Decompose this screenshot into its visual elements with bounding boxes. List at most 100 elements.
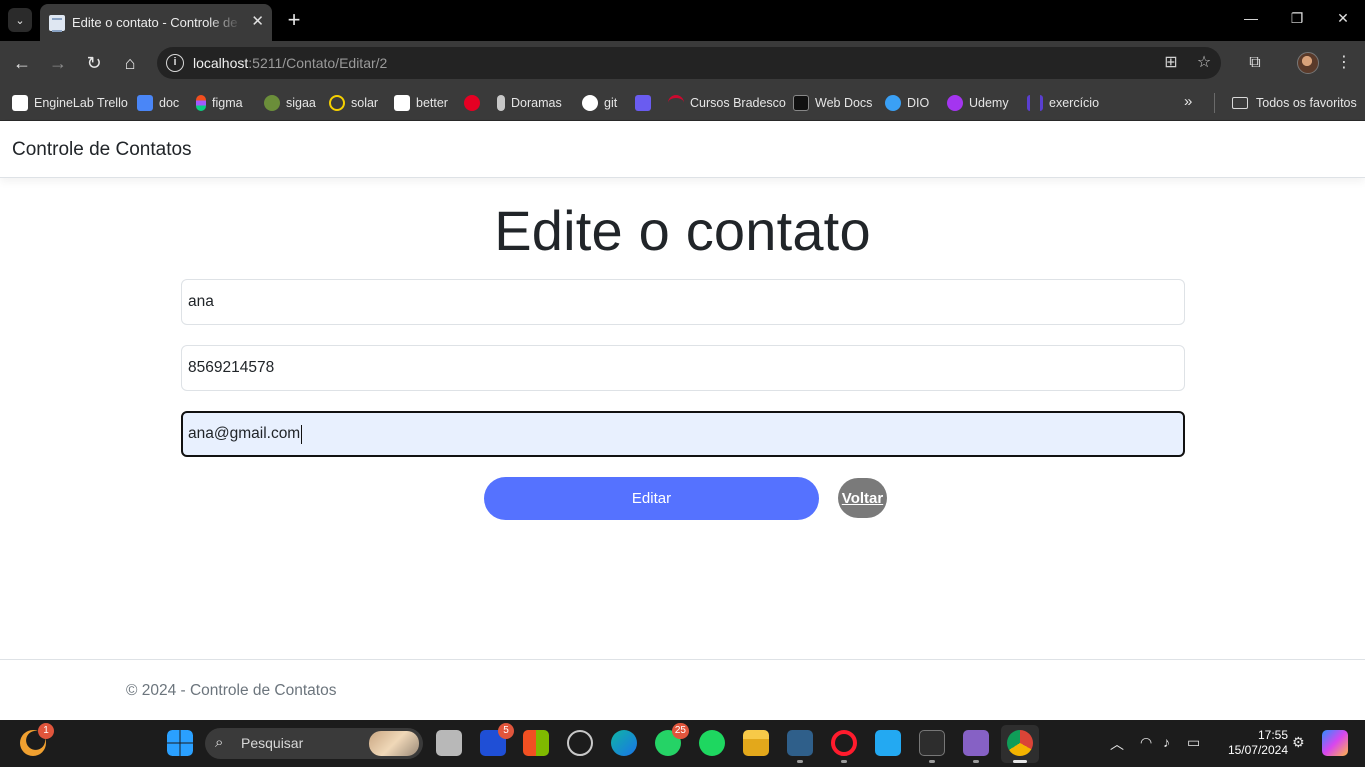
- trello-icon: [12, 95, 28, 111]
- browser-tab[interactable]: Edite o contato - Controle de Contatos ✕: [40, 4, 272, 41]
- name-input[interactable]: ana: [181, 279, 1185, 325]
- bookmark-doramas[interactable]: Doramas: [497, 92, 562, 114]
- close-window-icon[interactable]: ✕: [1333, 10, 1353, 27]
- doramas-icon: [497, 95, 505, 111]
- all-bookmarks-folder[interactable]: Todos os favoritos: [1232, 92, 1357, 114]
- active-indicator: [1013, 760, 1027, 763]
- copilot-icon[interactable]: [1322, 730, 1348, 756]
- reload-icon[interactable]: ↻: [82, 51, 106, 75]
- solar-icon: [329, 95, 345, 111]
- address-url[interactable]: localhost:5211/Contato/Editar/2: [193, 55, 387, 71]
- notification-badge: 5: [498, 723, 514, 739]
- running-indicator: [841, 760, 847, 763]
- whatsapp-icon[interactable]: 25: [655, 723, 689, 756]
- terminal-icon[interactable]: [919, 730, 945, 756]
- bookmark-git[interactable]: git: [582, 92, 617, 114]
- edit-submit-button[interactable]: Editar: [484, 477, 819, 520]
- folder-icon: [1232, 97, 1248, 109]
- page-favicon-icon: [49, 14, 65, 32]
- tray-chevron-up-icon[interactable]: ︿: [1110, 734, 1124, 754]
- better-icon: [394, 95, 410, 111]
- bookmark-solar[interactable]: solar: [329, 92, 378, 114]
- forward-arrow-icon[interactable]: →: [46, 51, 70, 75]
- minimize-window-icon[interactable]: —: [1241, 10, 1261, 26]
- edge-icon[interactable]: [611, 730, 637, 756]
- opera-icon[interactable]: [831, 730, 857, 756]
- tab-title: Edite o contato - Controle de Contatos: [72, 15, 242, 30]
- bookmark-star-icon[interactable]: ☆: [1194, 53, 1214, 73]
- file-explorer-icon[interactable]: [743, 730, 769, 756]
- profile-avatar[interactable]: [1297, 52, 1319, 74]
- bookmark-doc[interactable]: doc: [137, 92, 179, 114]
- bookmark-cursos-bradesco[interactable]: Cursos Bradesco: [668, 92, 786, 114]
- translate-icon[interactable]: ⊞: [1161, 53, 1181, 73]
- exercicio-icon: [1027, 95, 1043, 111]
- bookmark-dio[interactable]: DIO: [885, 92, 929, 114]
- phone-input[interactable]: 8569214578: [181, 345, 1185, 391]
- search-icon: ⌕: [215, 734, 224, 751]
- tab-close-icon[interactable]: ✕: [251, 13, 264, 31]
- mdn-icon: [793, 95, 809, 111]
- mysql-workbench-icon[interactable]: [787, 730, 813, 756]
- back-arrow-icon[interactable]: ←: [10, 51, 34, 75]
- bookmark-exercicio[interactable]: exercício: [1027, 92, 1099, 114]
- running-indicator: [929, 760, 935, 763]
- windows-taskbar: 1 ⌕ Pesquisar 5 25 ︿ ◠ ♪ ▭ 17:55 15/07/2…: [0, 720, 1365, 767]
- obs-icon[interactable]: [567, 730, 593, 756]
- footer-copyright: © 2024 - Controle de Contatos: [126, 682, 337, 699]
- wifi-icon[interactable]: ◠: [1140, 734, 1152, 751]
- browser-menu-icon[interactable]: ⋮: [1332, 51, 1356, 75]
- bookmark-pinterest[interactable]: [464, 92, 486, 114]
- bradesco-icon: [668, 95, 684, 111]
- chrome-icon[interactable]: [1007, 730, 1033, 756]
- bookmark-enginelab-trello[interactable]: EngineLab Trello: [12, 92, 128, 114]
- bookmark-udemy[interactable]: Udemy: [947, 92, 1009, 114]
- site-info-icon[interactable]: i: [166, 54, 184, 72]
- task-view-icon[interactable]: [436, 730, 462, 756]
- browser-tab-strip: ⌄ Edite o contato - Controle de Contatos…: [0, 0, 1365, 41]
- microsoft-store-icon[interactable]: [523, 730, 549, 756]
- notification-badge: 1: [38, 723, 54, 739]
- udemy-icon: [947, 95, 963, 111]
- extensions-puzzle-icon[interactable]: ⧉: [1243, 51, 1267, 75]
- pinterest-icon: [464, 95, 480, 111]
- moon-weather-icon[interactable]: 1: [20, 723, 54, 756]
- volume-icon[interactable]: ♪: [1163, 734, 1170, 750]
- bookmark-stripe[interactable]: [635, 92, 657, 114]
- lumen-app-icon[interactable]: 5: [480, 723, 514, 756]
- github-icon: [582, 95, 598, 111]
- address-bar[interactable]: i localhost:5211/Contato/Editar/2 ⊞ ☆: [157, 47, 1221, 79]
- visual-studio-icon[interactable]: [963, 730, 989, 756]
- home-icon[interactable]: ⌂: [118, 51, 142, 75]
- back-button[interactable]: Voltar: [838, 478, 887, 518]
- bookmark-figma[interactable]: figma: [196, 92, 243, 114]
- running-indicator: [973, 760, 979, 763]
- tab-search-chevron-icon[interactable]: ⌄: [8, 8, 32, 32]
- page-title: Edite o contato: [494, 199, 871, 262]
- battery-icon[interactable]: ▭: [1187, 734, 1200, 751]
- dio-icon: [885, 95, 901, 111]
- windows-start-icon[interactable]: [167, 730, 193, 756]
- bookmark-better[interactable]: better: [394, 92, 448, 114]
- bookmark-web-docs[interactable]: Web Docs: [793, 92, 872, 114]
- system-clock[interactable]: 17:55 15/07/2024: [1218, 728, 1288, 758]
- bookmark-sigaa[interactable]: sigaa: [264, 92, 316, 114]
- vscode-icon[interactable]: [875, 730, 901, 756]
- notification-badge: 25: [671, 723, 689, 739]
- restore-window-icon[interactable]: ❐: [1287, 10, 1307, 27]
- site-footer: © 2024 - Controle de Contatos: [0, 659, 1365, 720]
- running-indicator: [797, 760, 803, 763]
- figma-icon: [196, 95, 206, 111]
- taskbar-search[interactable]: ⌕ Pesquisar: [205, 728, 423, 759]
- notification-bell-icon[interactable]: ⚙: [1292, 734, 1305, 751]
- bookmarks-separator: [1214, 93, 1215, 113]
- stripe-icon: [635, 95, 651, 111]
- more-bookmarks-icon[interactable]: »: [1184, 93, 1192, 110]
- new-tab-button[interactable]: +: [282, 8, 306, 32]
- site-brand-link[interactable]: Controle de Contatos: [12, 139, 192, 161]
- docs-icon: [137, 95, 153, 111]
- email-input[interactable]: ana@gmail.com: [181, 411, 1185, 457]
- spotify-icon[interactable]: [699, 730, 725, 756]
- bookmarks-bar: EngineLab Trello doc figma sigaa solar b…: [0, 85, 1365, 121]
- text-caret: [301, 424, 303, 444]
